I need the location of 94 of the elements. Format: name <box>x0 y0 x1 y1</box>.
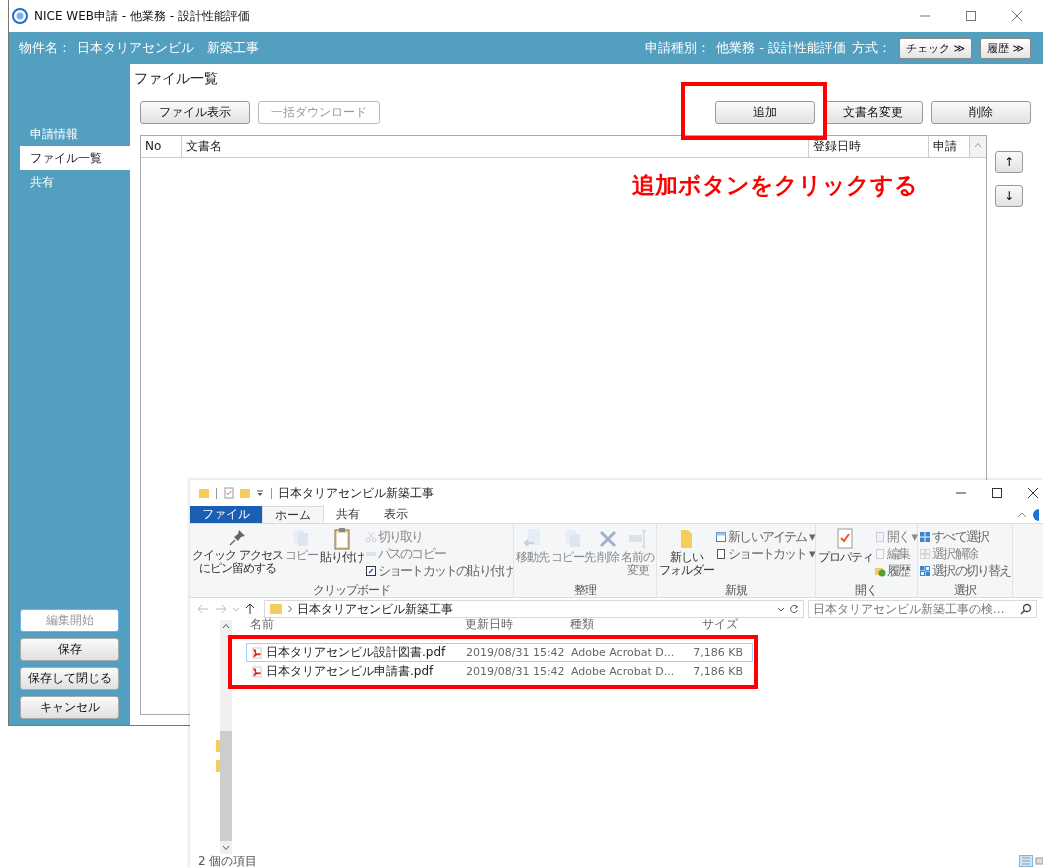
tiles-view-icon[interactable] <box>1035 855 1043 867</box>
up-arrow-icon[interactable] <box>244 603 256 615</box>
ribbon-tab[interactable]: ホーム <box>262 506 324 523</box>
folder-icon[interactable] <box>198 487 210 499</box>
details-view-icon[interactable] <box>1019 855 1033 867</box>
scrollbar[interactable] <box>220 620 232 854</box>
column-header: 登録日時 <box>809 136 929 157</box>
status-text: 2 個の項目 <box>198 852 258 868</box>
ribbon-button[interactable]: クイック アクセス にピン留めする <box>191 527 284 582</box>
refresh-icon <box>789 603 799 615</box>
ribbon-button[interactable]: 新しいアイテム ▾ <box>715 528 814 545</box>
ribbon-tab[interactable]: ファイル <box>190 506 262 523</box>
page-icon <box>715 547 728 560</box>
folder-icon <box>269 603 283 615</box>
ribbon-button[interactable]: ショートカット ▾ <box>715 545 814 562</box>
ribbon-tab[interactable]: 共有 <box>324 506 372 523</box>
property-name: 日本タリアセンビル 新築工事 <box>77 39 259 57</box>
window-title: NICE WEB申請 - 他業務 - 設計性能評価 <box>34 7 250 25</box>
folder-stub-icon <box>216 740 220 752</box>
ribbon-group-label: クリップボード <box>312 582 392 597</box>
search-field[interactable]: 日本タリアセンビル新築工事の検... <box>808 600 1037 618</box>
column-header[interactable]: 更新日時 <box>465 618 570 632</box>
header-button[interactable]: チェック ≫ <box>898 37 972 59</box>
sidebar-button[interactable]: 保存 <box>20 638 119 661</box>
ribbon-button[interactable]: ショートカットの貼り付け <box>364 562 513 579</box>
application-type: 他業務 - 設計性能評価 <box>716 39 846 57</box>
file-row[interactable]: 日本タリアセンビル設計図書.pdf 2019/08/31 15:42 Adobe Acrobat D... 7,186 KB <box>246 643 753 662</box>
file-row[interactable]: 日本タリアセンビル申請書.pdf 2019/08/31 15:42 Adobe Acrobat D... 7,186 KB <box>246 662 753 681</box>
grid-icon <box>919 530 932 543</box>
forward-icon[interactable] <box>214 603 228 615</box>
page-icon <box>873 547 886 560</box>
file-type: Adobe Acrobat D... <box>571 646 676 659</box>
folder-icon[interactable] <box>239 487 251 499</box>
globe-icon <box>12 8 28 24</box>
ribbon-button[interactable]: 履歴 <box>873 562 917 579</box>
header-button[interactable]: 履歴 ≫ <box>980 37 1031 59</box>
ribbon-group-label: 整理 <box>573 582 598 597</box>
pdf-icon <box>251 665 263 678</box>
property-label: 物件名： <box>19 39 71 57</box>
ribbon-group-label: 新規 <box>723 582 748 597</box>
ribbon-button[interactable]: すべて選択 <box>919 528 1011 545</box>
check-page-icon[interactable] <box>223 487 235 499</box>
order-button[interactable]: ↓ <box>995 185 1023 207</box>
method-label: 方式： <box>851 39 891 57</box>
file-name: 日本タリアセンビル申請書.pdf <box>266 663 434 680</box>
ribbon-button[interactable]: 貼り付け <box>318 527 365 582</box>
ribbon-button[interactable]: 選択の切り替え <box>919 562 1011 579</box>
column-header[interactable]: 名前 <box>246 618 465 632</box>
order-button[interactable]: ↑ <box>995 151 1023 173</box>
toolbar-button[interactable]: 削除 <box>931 101 1031 124</box>
ribbon-button[interactable]: プロパティ <box>816 527 874 582</box>
scrollbar-thumb[interactable] <box>220 731 232 841</box>
application-type-label: 申請種別： <box>645 39 710 57</box>
search-icon <box>1020 603 1032 615</box>
toolbar-button[interactable]: ファイル表示 <box>140 101 250 124</box>
sidebar-button[interactable]: 保存して閉じる <box>20 667 119 690</box>
column-header[interactable]: 種類 <box>570 618 682 632</box>
chevron-icon <box>287 604 293 614</box>
maximize-icon[interactable] <box>991 487 1003 499</box>
file-type: Adobe Acrobat D... <box>571 665 676 678</box>
page-icon <box>873 530 886 543</box>
toolbar-button[interactable]: 追加 <box>715 101 815 124</box>
pdf-icon <box>251 646 263 659</box>
shortcut-icon <box>364 564 377 577</box>
close-icon[interactable] <box>1027 487 1039 499</box>
column-header: No <box>141 136 182 157</box>
window-title: 日本タリアセンビル新築工事 <box>278 484 434 502</box>
ribbon-group-label: 開く <box>854 582 879 597</box>
grid-icon <box>919 547 932 560</box>
file-size: 7,186 KB <box>692 665 743 678</box>
scroll-up-icon <box>222 623 230 629</box>
file-size: 7,186 KB <box>692 646 743 659</box>
scissors-icon <box>364 530 377 543</box>
sidebar-button[interactable]: キャンセル <box>20 696 119 719</box>
panel-title: ファイル一覧 <box>134 69 219 88</box>
collapse-ribbon-icon[interactable] <box>1017 510 1027 519</box>
file-date: 2019/08/31 15:42 <box>466 665 566 678</box>
folder-stub-icon <box>216 760 220 772</box>
text-cursor-icon <box>626 527 649 551</box>
file-name: 日本タリアセンビル設計図書.pdf <box>266 644 446 661</box>
annotation-text: 追加ボタンをクリックする <box>632 171 918 200</box>
address-bar[interactable]: 日本タリアセンビル新築工事 <box>264 600 804 618</box>
grid-icon <box>919 564 932 577</box>
back-icon[interactable] <box>196 603 210 615</box>
sidebar-item[interactable]: ファイル一覧 <box>20 146 130 170</box>
ribbon-button[interactable]: 新しい フォルダー <box>658 527 716 582</box>
ribbon-group-label: 選択 <box>952 582 978 597</box>
scroll-up-icon[interactable] <box>974 142 982 148</box>
window-icon <box>715 530 728 543</box>
file-date: 2019/08/31 15:42 <box>466 646 566 659</box>
ribbon-tab[interactable]: 表示 <box>372 506 420 523</box>
column-header[interactable]: サイズ <box>682 618 742 632</box>
column-header: 文書名 <box>182 136 809 157</box>
scroll-down-icon <box>222 845 230 851</box>
